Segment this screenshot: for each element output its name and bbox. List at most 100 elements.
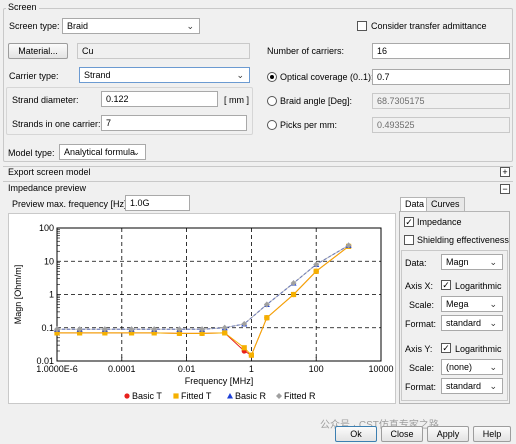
strand-diameter-value: 0.122: [106, 94, 129, 104]
braid-angle-label: Braid angle [Deg]:: [280, 96, 353, 106]
scale-y-select[interactable]: (none) ⌄: [441, 359, 503, 375]
legend-entry: Basic T: [132, 391, 162, 401]
preview-frequency-input[interactable]: 1.0G: [125, 195, 190, 211]
braid-angle-input: 68.7305175: [372, 93, 510, 109]
optical-coverage-value: 0.7: [377, 72, 390, 82]
scale-x-select[interactable]: Mega ⌄: [441, 296, 503, 312]
scale-y-label: Scale:: [409, 363, 435, 373]
data-point-basic-t: [124, 393, 130, 399]
axis-x-label: Axis X:: [405, 281, 434, 291]
carrier-type-label: Carrier type:: [9, 71, 59, 81]
model-type-value: Analytical formula: [64, 147, 136, 157]
format-y-select[interactable]: standard ⌄: [441, 378, 503, 394]
picks-radio[interactable]: [267, 120, 277, 130]
y-axis-label: Magn [Ohm/m]: [13, 265, 23, 325]
data-point-basic-r: [227, 393, 233, 399]
axis-x-log-checkbox[interactable]: ✓: [441, 280, 451, 290]
carrier-type-select[interactable]: Strand ⌄: [79, 67, 250, 83]
number-of-carriers-value: 16: [377, 46, 388, 56]
x-tick-label: 10000: [368, 364, 393, 374]
shielding-checkbox[interactable]: [404, 235, 414, 245]
collapse-icon[interactable]: −: [500, 184, 510, 194]
screen-type-select[interactable]: Braid ⌄: [62, 18, 200, 34]
legend-entry: Basic R: [235, 391, 267, 401]
impedance-checkbox[interactable]: ✓: [404, 217, 414, 227]
format-x-label: Format:: [405, 319, 437, 329]
braid-angle-radio[interactable]: [267, 96, 277, 106]
picks-input: 0.493525: [372, 117, 510, 133]
chevron-down-icon: ⌄: [132, 147, 140, 157]
screen-group-title: Screen: [6, 2, 39, 12]
export-screen-model-label: Export screen model: [8, 167, 91, 177]
shielding-label: Shielding effectiveness: [417, 235, 509, 245]
chevron-down-icon: ⌄: [236, 70, 244, 80]
picks-value: 0.493525: [377, 120, 415, 130]
material-field: Cu: [77, 43, 250, 59]
consider-transfer-label: Consider transfer admittance: [371, 21, 487, 31]
chevron-down-icon: ⌄: [489, 381, 497, 391]
strands-value: 7: [106, 118, 112, 128]
format-x-select[interactable]: standard ⌄: [441, 315, 503, 331]
data-point-fitted-r: [276, 393, 282, 399]
scale-x-label: Scale:: [409, 300, 435, 310]
data-point-fitted-t: [173, 393, 179, 399]
strand-diameter-input[interactable]: 0.122: [101, 91, 218, 107]
preview-frequency-value: 1.0G: [130, 198, 150, 208]
strands-input[interactable]: 7: [101, 115, 247, 131]
chevron-down-icon: ⌄: [489, 362, 497, 372]
scale-y-value: (none): [446, 362, 473, 372]
x-tick-label: 0.0001: [108, 364, 136, 374]
impedance-label: Impedance: [417, 217, 462, 227]
optical-coverage-label: Optical coverage (0..1):: [280, 72, 374, 82]
picks-label: Picks per mm:: [280, 120, 338, 130]
legend-entry: Fitted T: [181, 391, 212, 401]
x-tick-label: 100: [309, 364, 324, 374]
data-point-fitted-t: [290, 291, 297, 298]
axis-x-log-label: Logarithmic: [455, 281, 502, 291]
x-tick-label: 1: [249, 364, 254, 374]
data-point-fitted-t: [264, 315, 270, 321]
x-axis-label: Frequency [MHz]: [185, 376, 254, 386]
legend-entry: Fitted R: [284, 391, 316, 401]
tab-data[interactable]: Data: [400, 197, 430, 211]
braid-angle-value: 68.7305175: [377, 96, 425, 106]
expand-icon[interactable]: +: [500, 167, 510, 177]
axis-y-label: Axis Y:: [405, 344, 433, 354]
model-type-select[interactable]: Analytical formula ⌄: [59, 144, 146, 160]
data-point-fitted-t: [241, 345, 247, 351]
help-button[interactable]: Help: [473, 426, 511, 442]
chevron-down-icon: ⌄: [489, 257, 497, 267]
y-tick-label: 0.01: [36, 356, 54, 366]
close-button[interactable]: Close: [381, 426, 423, 442]
chevron-down-icon: ⌄: [186, 21, 194, 31]
x-tick-label: 0.01: [178, 364, 196, 374]
tab-curves[interactable]: Curves: [426, 197, 465, 211]
chevron-down-icon: ⌄: [489, 299, 497, 309]
data-point-fitted-t: [248, 352, 254, 358]
number-of-carriers-input[interactable]: 16: [372, 43, 510, 59]
optical-coverage-radio[interactable]: [267, 72, 277, 82]
impedance-divider: [3, 181, 513, 182]
y-tick-label: 100: [39, 223, 54, 233]
impedance-chart: 1.0000E-6 0.0001 0.01 1 100 100001001010.10.0…: [13, 223, 394, 401]
number-of-carriers-label: Number of carriers:: [267, 46, 345, 56]
data-select[interactable]: Magn ⌄: [441, 254, 503, 270]
scale-x-value: Mega: [446, 299, 469, 309]
ok-button[interactable]: Ok: [335, 426, 377, 442]
screen-type-value: Braid: [67, 21, 89, 31]
material-value: Cu: [82, 46, 94, 56]
screen-type-label: Screen type:: [9, 21, 60, 31]
optical-coverage-input[interactable]: 0.7: [372, 69, 510, 85]
material-button[interactable]: Material...: [8, 43, 68, 59]
strand-diameter-label: Strand diameter:: [12, 95, 79, 105]
apply-button[interactable]: Apply: [427, 426, 469, 442]
y-tick-label: 1: [49, 290, 54, 300]
consider-transfer-checkbox[interactable]: [357, 21, 367, 31]
axis-y-log-checkbox[interactable]: ✓: [441, 343, 451, 353]
format-x-value: standard: [446, 318, 482, 328]
y-tick-label: 10: [44, 256, 54, 266]
data-point-fitted-t: [222, 330, 228, 336]
chevron-down-icon: ⌄: [489, 318, 497, 328]
impedance-preview-title: Impedance preview: [8, 183, 87, 193]
preview-frequency-label: Preview max. frequency [Hz]:: [12, 199, 130, 209]
